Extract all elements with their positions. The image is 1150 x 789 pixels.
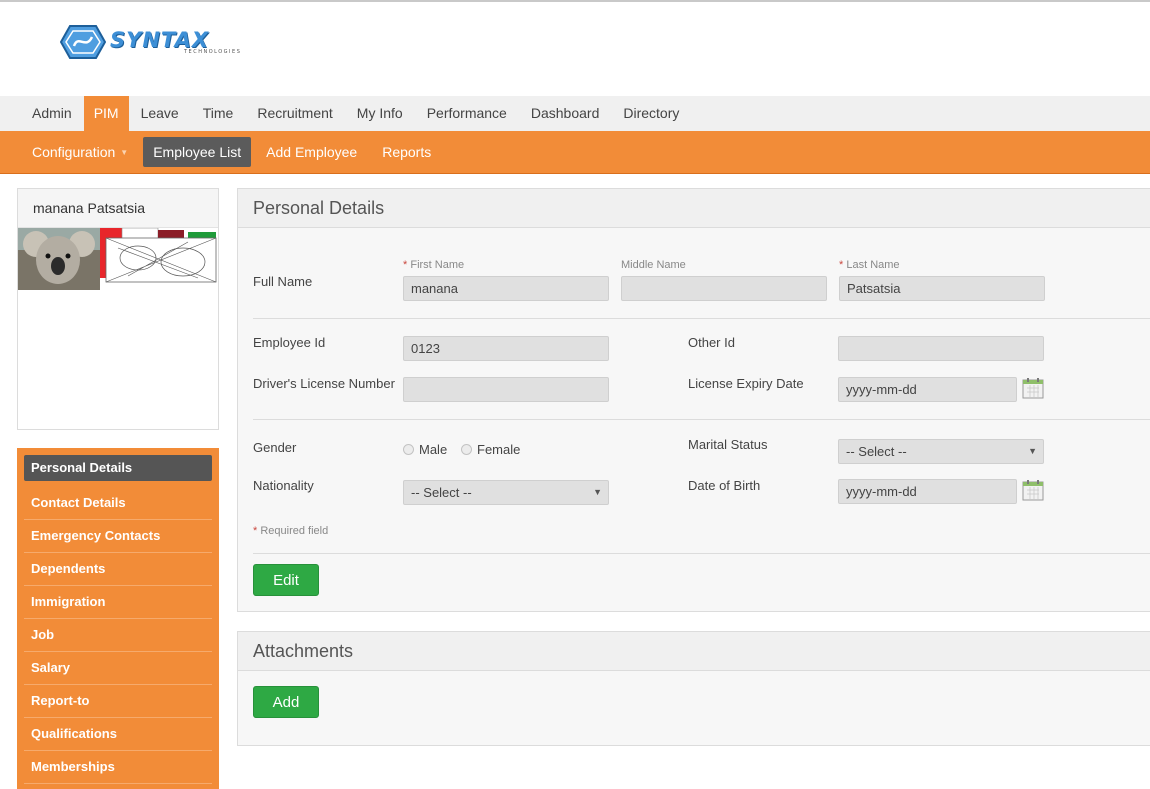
- gender-label: Gender: [253, 440, 297, 455]
- required-mark: *: [839, 259, 844, 271]
- side-menu-personal-details[interactable]: Personal Details: [24, 455, 212, 481]
- sub-menu-add-employee[interactable]: Add Employee: [256, 137, 367, 167]
- dropdown-arrow-icon: ▼: [593, 487, 602, 497]
- dropdown-arrow-icon: ▼: [1028, 446, 1037, 456]
- last-name-label-text: Last Name: [846, 259, 900, 271]
- side-menu-immigration[interactable]: Immigration: [24, 586, 212, 619]
- divider: [253, 553, 1150, 554]
- side-menu-dependents[interactable]: Dependents: [24, 553, 212, 586]
- side-menu-report-to[interactable]: Report-to: [24, 685, 212, 718]
- calendar-icon[interactable]: [1022, 479, 1044, 501]
- divider: [253, 419, 1150, 420]
- main-menu-my-info[interactable]: My Info: [345, 96, 415, 131]
- main-menu-admin[interactable]: Admin: [20, 96, 84, 131]
- other-id-input[interactable]: [838, 336, 1044, 361]
- nationality-select[interactable]: -- Select -- ▼: [403, 480, 609, 505]
- last-name-label: * Last Name: [839, 259, 900, 271]
- full-name-label: Full Name: [253, 274, 313, 289]
- side-menu-emergency-contacts[interactable]: Emergency Contacts: [24, 520, 212, 553]
- personal-details-panel: Personal Details Full Name * First Name …: [237, 188, 1150, 612]
- main-menu-directory[interactable]: Directory: [611, 96, 691, 131]
- marital-status-value: -- Select --: [846, 444, 907, 459]
- main-menu-dashboard[interactable]: Dashboard: [519, 96, 612, 131]
- add-attachment-button[interactable]: Add: [253, 686, 319, 718]
- main-menu: Admin PIM Leave Time Recruitment My Info…: [0, 96, 1150, 131]
- sub-menu-reports[interactable]: Reports: [372, 137, 441, 167]
- required-mark: *: [403, 259, 408, 271]
- attachments-panel: Attachments Add: [237, 631, 1150, 746]
- main-menu-pim[interactable]: PIM: [83, 96, 129, 131]
- gender-female-label: Female: [477, 442, 521, 457]
- required-mark: *: [253, 525, 258, 537]
- main-menu-performance[interactable]: Performance: [415, 96, 519, 131]
- employee-id-label: Employee Id: [253, 335, 326, 350]
- first-name-label: * First Name: [403, 259, 464, 271]
- license-number-label: Driver's License Number: [253, 376, 395, 391]
- gender-male-radio[interactable]: [403, 444, 414, 455]
- date-of-birth-label: Date of Birth: [688, 478, 761, 493]
- other-id-label: Other Id: [688, 335, 735, 350]
- attachments-title: Attachments: [238, 632, 1150, 671]
- first-name-label-text: First Name: [410, 259, 465, 271]
- marital-status-label: Marital Status: [688, 437, 768, 452]
- required-field-note: * Required field: [253, 525, 328, 537]
- sub-menu-configuration[interactable]: Configuration ▼: [22, 137, 138, 167]
- sub-menu-employee-list[interactable]: Employee List: [143, 137, 252, 167]
- side-menu-salary[interactable]: Salary: [24, 652, 212, 685]
- license-expiry-label: License Expiry Date: [688, 376, 804, 391]
- calendar-icon[interactable]: [1022, 377, 1044, 399]
- side-menu-contact-details[interactable]: Contact Details: [24, 487, 212, 520]
- side-menu-memberships[interactable]: Memberships: [24, 751, 212, 784]
- company-logo[interactable]: SYNTAX TECHNOLOGIES: [60, 24, 260, 60]
- main-menu-recruitment[interactable]: Recruitment: [245, 96, 344, 131]
- logo-subtitle: TECHNOLOGIES: [184, 49, 242, 55]
- divider: [253, 318, 1150, 319]
- profile-card: manana Patsatsia: [17, 188, 219, 430]
- main-menu-leave[interactable]: Leave: [129, 96, 191, 131]
- nationality-value: -- Select --: [411, 485, 472, 500]
- edit-button[interactable]: Edit: [253, 564, 319, 596]
- caret-down-icon: ▼: [120, 148, 129, 158]
- marital-status-select[interactable]: -- Select -- ▼: [838, 439, 1044, 464]
- date-of-birth-input[interactable]: yyyy-mm-dd: [838, 479, 1017, 504]
- sub-menu-configuration-label: Configuration: [32, 144, 116, 160]
- side-menu: Personal Details Contact Details Emergen…: [17, 448, 219, 789]
- gender-female-radio[interactable]: [461, 444, 472, 455]
- nationality-label: Nationality: [253, 478, 314, 493]
- employee-id-input[interactable]: 0123: [403, 336, 609, 361]
- profile-name: manana Patsatsia: [18, 189, 218, 228]
- license-number-input[interactable]: [403, 377, 609, 402]
- side-menu-job[interactable]: Job: [24, 619, 212, 652]
- first-name-input[interactable]: manana: [403, 276, 609, 301]
- middle-name-label: Middle Name: [621, 259, 686, 271]
- top-border: [0, 0, 1150, 2]
- main-menu-time[interactable]: Time: [191, 96, 246, 131]
- logo-emblem-icon: [60, 25, 106, 59]
- profile-photo[interactable]: [18, 228, 218, 290]
- sub-menu: Configuration ▼ Employee List Add Employe…: [0, 131, 1150, 174]
- required-field-note-text: Required field: [260, 525, 329, 537]
- middle-name-input[interactable]: [621, 276, 827, 301]
- gender-male-label: Male: [419, 442, 448, 457]
- side-menu-qualifications[interactable]: Qualifications: [24, 718, 212, 751]
- license-expiry-input[interactable]: yyyy-mm-dd: [838, 377, 1017, 402]
- last-name-input[interactable]: Patsatsia: [839, 276, 1045, 301]
- personal-details-title: Personal Details: [238, 189, 1150, 228]
